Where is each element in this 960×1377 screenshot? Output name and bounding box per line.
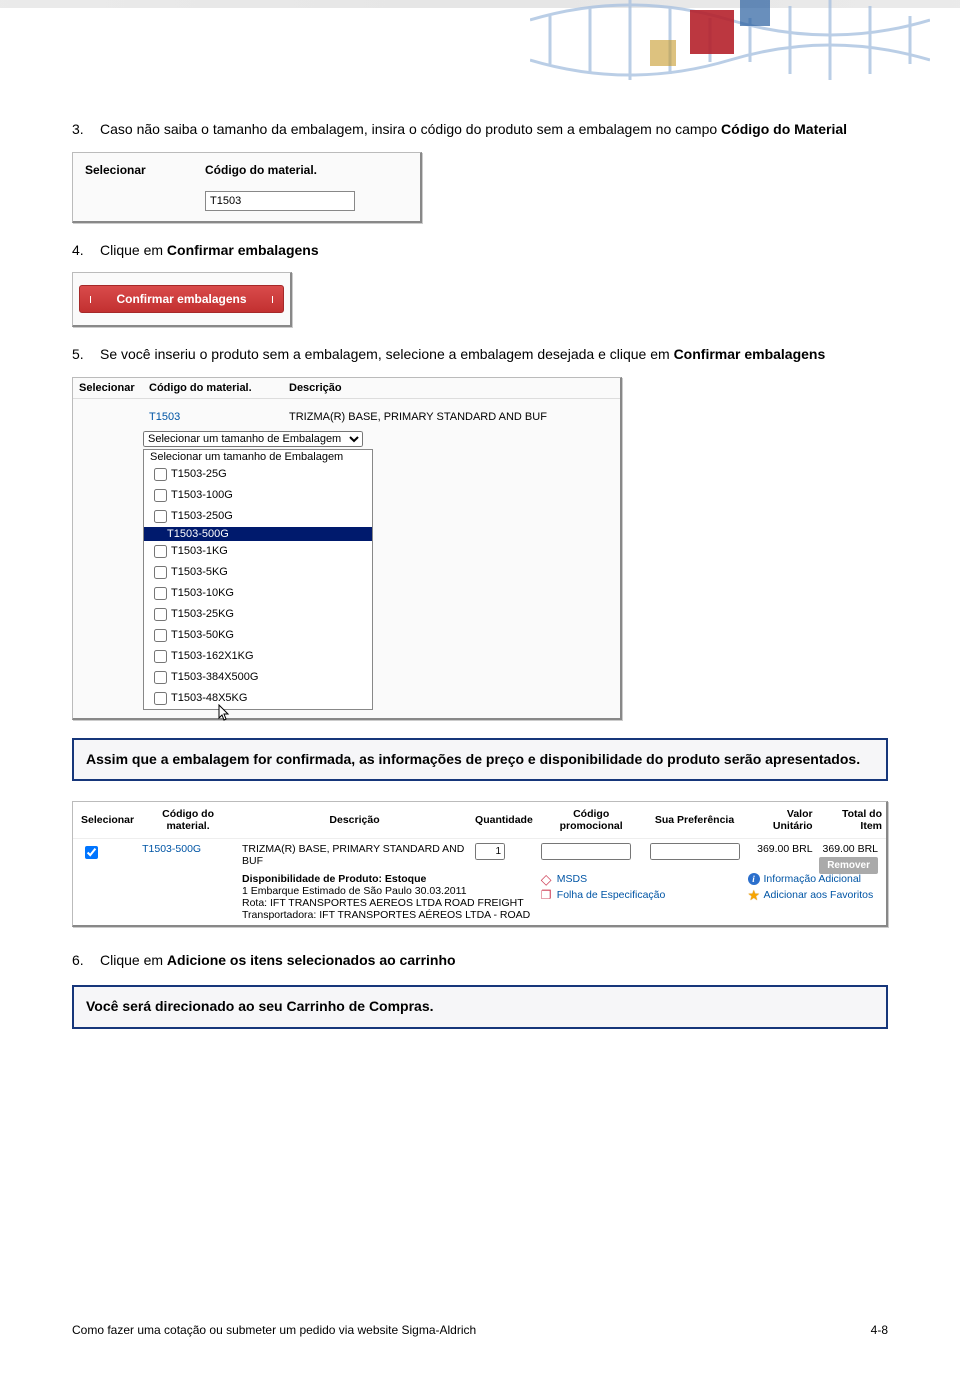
availability-ship: 1 Embarque Estimado de São Paulo 30.03.2… (242, 885, 533, 897)
confirm-packaging-button[interactable]: Confirmar embalagens (79, 285, 284, 313)
step-text: Clique em (100, 952, 167, 968)
col-codigo: Código do material. (205, 163, 317, 177)
package-option[interactable]: Selecionar um tamanho de Embalagem (144, 450, 372, 464)
screenshot-cart-row: SelecionarCódigo do material.DescriçãoQu… (72, 801, 888, 927)
document-icon: ❐ (541, 889, 553, 901)
package-option[interactable]: T1503-5KG (144, 562, 372, 583)
option-checkbox[interactable] (154, 692, 167, 705)
option-checkbox[interactable] (154, 510, 167, 523)
availability-route: Rota: IFT TRANSPORTES AEREOS LTDA ROAD F… (242, 897, 533, 909)
step-bold: Código do Material (721, 121, 847, 137)
header-decoration (0, 0, 960, 90)
table-header: Selecionar (73, 802, 138, 839)
step-6: 6. Clique em Adicione os itens seleciona… (72, 951, 888, 971)
msds-link[interactable]: ◇MSDS (541, 873, 740, 885)
diamond-icon: ◇ (541, 873, 553, 885)
cursor-icon (218, 704, 230, 722)
row-desc: TRIZMA(R) BASE, PRIMARY STANDARD AND BUF (238, 839, 471, 872)
screenshot-package-dropdown: Selecionar Código do material. Descrição… (72, 377, 622, 720)
table-header: Código do material. (138, 802, 238, 839)
package-size-listbox[interactable]: Selecionar um tamanho de EmbalagemT1503-… (143, 449, 373, 710)
step-3: 3. Caso não saiba o tamanho da embalagem… (72, 120, 888, 140)
step-text: Clique em (100, 242, 167, 258)
table-header: Descrição (238, 802, 471, 839)
availability-label: Disponibilidade de Produto: Estoque (242, 873, 533, 885)
option-checkbox[interactable] (154, 671, 167, 684)
row-checkbox[interactable] (85, 846, 98, 859)
col-selecionar: Selecionar (79, 382, 149, 394)
package-size-select[interactable]: Selecionar um tamanho de Embalagem (143, 431, 363, 447)
step-number: 5. (72, 345, 100, 365)
option-checkbox[interactable] (154, 468, 167, 481)
col-selecionar: Selecionar (85, 163, 205, 177)
option-checkbox[interactable] (154, 587, 167, 600)
table-header: Quantidade (471, 802, 537, 839)
info-icon: i (748, 873, 760, 885)
info-callout-cart: Você será direcionado ao seu Carrinho de… (72, 985, 888, 1029)
option-checkbox[interactable] (154, 566, 167, 579)
availability-block: Disponibilidade de Produto: Estoque 1 Em… (238, 871, 537, 925)
spec-sheet-link[interactable]: ❐Folha de Especificação (541, 889, 740, 901)
package-option[interactable]: T1503-25KG (144, 604, 372, 625)
step-bold: Confirmar embalagens (674, 346, 826, 362)
step-number: 6. (72, 951, 100, 971)
table-header: Valor Unitário (744, 802, 817, 839)
add-favorites-link[interactable]: ★Adicionar aos Favoritos (748, 889, 882, 901)
package-option[interactable]: T1503-50KG (144, 625, 372, 646)
promo-input[interactable] (541, 843, 631, 860)
package-option[interactable]: T1503-100G (144, 485, 372, 506)
package-option[interactable]: T1503-384X500G (144, 667, 372, 688)
step-number: 4. (72, 241, 100, 261)
step-text: Se você inseriu o produto sem a embalage… (100, 346, 674, 362)
table-header: Sua Preferência (646, 802, 744, 839)
package-option[interactable]: T1503-162X1KG (144, 646, 372, 667)
col-descricao: Descrição (289, 382, 614, 394)
material-code-input[interactable] (205, 191, 355, 211)
star-icon: ★ (748, 889, 760, 901)
preference-input[interactable] (650, 843, 740, 860)
additional-info-link[interactable]: iInformação Adicional (748, 873, 882, 885)
quantity-input[interactable] (475, 843, 505, 860)
footer-page: 4-8 (871, 1323, 888, 1337)
table-header: Código promocional (537, 802, 646, 839)
option-checkbox[interactable] (154, 629, 167, 642)
step-number: 3. (72, 120, 100, 140)
screenshot-confirm-button: Confirmar embalagens (72, 272, 292, 327)
option-checkbox[interactable] (154, 608, 167, 621)
product-desc: TRIZMA(R) BASE, PRIMARY STANDARD AND BUF (289, 411, 614, 423)
step-bold: Adicione os itens selecionados ao carrin… (167, 952, 456, 968)
option-checkbox[interactable] (154, 545, 167, 558)
product-link[interactable]: T1503-500G (142, 843, 201, 855)
page-footer: Como fazer uma cotação ou submeter um pe… (72, 1323, 888, 1337)
dna-helix-graphic (530, 0, 930, 90)
info-callout-pricing: Assim que a embalagem for confirmada, as… (72, 738, 888, 782)
package-option[interactable]: T1503-48X5KG (144, 688, 372, 709)
package-option[interactable]: T1503-500G (144, 527, 372, 541)
availability-carrier: Transportadora: IFT TRANSPORTES AÉREOS L… (242, 909, 533, 921)
step-bold: Confirmar embalagens (167, 242, 319, 258)
remove-button[interactable]: Remover (819, 857, 878, 874)
option-checkbox[interactable] (154, 489, 167, 502)
step-4: 4. Clique em Confirmar embalagens (72, 241, 888, 261)
package-option[interactable]: T1503-1KG (144, 541, 372, 562)
table-header: Total do Item (817, 802, 886, 839)
step-text: Caso não saiba o tamanho da embalagem, i… (100, 121, 721, 137)
package-option[interactable]: T1503-10KG (144, 583, 372, 604)
footer-title: Como fazer uma cotação ou submeter um pe… (72, 1323, 476, 1337)
package-option[interactable]: T1503-250G (144, 506, 372, 527)
package-option[interactable]: T1503-25G (144, 464, 372, 485)
screenshot-material-input: Selecionar Código do material. (72, 152, 422, 223)
option-checkbox[interactable] (154, 650, 167, 663)
product-code: T1503 (149, 411, 289, 423)
step-5: 5. Se você inseriu o produto sem a embal… (72, 345, 888, 365)
col-codigo: Código do material. (149, 382, 289, 394)
